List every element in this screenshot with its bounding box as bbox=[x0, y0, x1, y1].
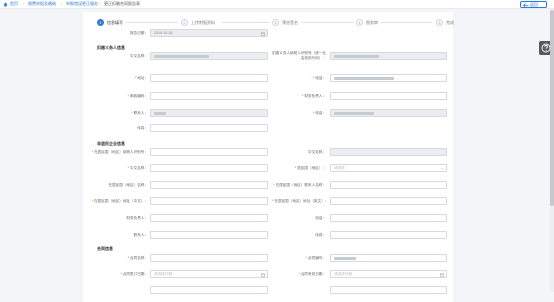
contract-next-row-input[interactable] bbox=[330, 286, 447, 294]
foreign-contact-label: 联系人： bbox=[133, 233, 148, 237]
step-connector bbox=[126, 22, 178, 23]
calendar-icon bbox=[261, 273, 265, 277]
chevron-down-icon: ⌄ bbox=[440, 165, 444, 170]
foreign-phone-label: 电话： bbox=[315, 216, 326, 220]
date-placeholder: 请选择日期 bbox=[154, 272, 172, 276]
foreign-contact-local-label: * 在居民国（地区）联系人名称： bbox=[273, 183, 326, 187]
party-contact-field bbox=[150, 109, 268, 117]
party-phone-input[interactable] bbox=[330, 74, 447, 82]
step-number: 4 bbox=[356, 19, 363, 26]
redacted-value bbox=[334, 112, 374, 115]
step-label: 预览签名 bbox=[282, 20, 298, 25]
foreign-name-input[interactable] bbox=[150, 164, 268, 172]
step-label: 上传附报资料 bbox=[191, 20, 215, 25]
step-label: 完成 bbox=[446, 20, 454, 25]
section-contract-title: 合同信息 bbox=[97, 246, 113, 251]
party-cn-name-label: 中文名称： bbox=[130, 54, 148, 58]
step-number: 5 bbox=[436, 19, 443, 26]
redacted-value bbox=[334, 257, 356, 260]
section-foreign-title: 非居民企业信息 bbox=[97, 141, 125, 146]
step-connector bbox=[302, 22, 354, 23]
return-arrow-icon bbox=[523, 3, 529, 8]
contract-sign-date-label: * 合同签订日期： bbox=[120, 272, 148, 276]
party-tax-person-label: * 财务负责人： bbox=[302, 94, 326, 98]
step-number: 3 bbox=[272, 19, 279, 26]
return-label: 返回 bbox=[530, 2, 538, 7]
foreign-resident-id-label: * 在居民国（地区）纳税人识别号： bbox=[91, 150, 148, 154]
return-button[interactable]: 返回 bbox=[520, 1, 547, 8]
country-placeholder: 请选择 bbox=[334, 166, 345, 170]
party-phone2-field bbox=[330, 109, 447, 117]
breadcrumb-item-2[interactable]: 申报错误更正服务 bbox=[66, 1, 98, 7]
foreign-name-label: * 中文名称： bbox=[127, 166, 148, 170]
date-placeholder: 请选择日期 bbox=[334, 272, 352, 276]
foreign-name-local-input[interactable] bbox=[150, 181, 268, 189]
foreign-contact-input[interactable] bbox=[150, 231, 268, 239]
contract-sign-date-picker[interactable]: 请选择日期 bbox=[150, 270, 268, 278]
party-address-label: * 地址： bbox=[134, 76, 148, 80]
foreign-addr-cn-input[interactable] bbox=[150, 197, 268, 205]
party-tax-person-input[interactable] bbox=[330, 92, 447, 100]
party-postcode-input[interactable] bbox=[150, 92, 268, 100]
contract-valid-date-picker[interactable]: 请选择日期 bbox=[330, 270, 447, 278]
party-contact-label: * 联系人： bbox=[131, 111, 148, 115]
foreign-phone-input[interactable] bbox=[330, 214, 447, 222]
step-connector bbox=[380, 22, 432, 23]
report-date-field: 2019-10-16 bbox=[150, 29, 268, 37]
breadcrumb-home[interactable]: 首页 bbox=[10, 1, 18, 7]
foreign-cn-name-field bbox=[330, 148, 447, 156]
step-number: 2 bbox=[181, 19, 188, 26]
party-phone-label: * 电话： bbox=[312, 76, 326, 80]
foreign-contact-local-input[interactable] bbox=[330, 181, 447, 189]
party-fax-input[interactable] bbox=[150, 124, 268, 132]
foreign-resident-id-input[interactable] bbox=[150, 148, 268, 156]
contract-valid-date-label: * 合同有效日期： bbox=[298, 272, 326, 276]
breadcrumb-separator: › bbox=[61, 1, 63, 6]
foreign-cn-name-label: 中文名称： bbox=[308, 150, 326, 154]
contract-next-row-input[interactable] bbox=[150, 286, 268, 294]
party-phone2-label: * 电话： bbox=[312, 111, 326, 115]
foreign-addr-cn-label: * 在居民国（地区）地址（中文）： bbox=[91, 199, 148, 203]
step-number: 1 bbox=[97, 19, 104, 26]
redacted-value bbox=[334, 77, 394, 80]
step-label: 税务审 bbox=[366, 20, 378, 25]
party-tax-id-field bbox=[330, 52, 447, 60]
contract-no-input[interactable] bbox=[330, 254, 447, 262]
step-label: 信息填写 bbox=[107, 20, 123, 25]
contract-name-input[interactable] bbox=[150, 254, 268, 262]
foreign-fax-label: 传真： bbox=[315, 233, 326, 237]
report-date-value: 2019-10-16 bbox=[154, 31, 173, 35]
contract-no-label: * 合同编号： bbox=[305, 256, 326, 260]
calendar-icon bbox=[440, 273, 444, 277]
calendar-icon bbox=[261, 32, 265, 36]
foreign-finance-head-input[interactable] bbox=[150, 214, 268, 222]
party-address-input[interactable] bbox=[150, 74, 268, 82]
foreign-country-select[interactable]: 请选择 ⌄ bbox=[330, 164, 447, 172]
breadcrumb-separator: › bbox=[99, 1, 101, 6]
contract-name-label: * 合同名称： bbox=[127, 256, 148, 260]
foreign-name-local-label: 在居民国（地区）名称： bbox=[108, 183, 148, 187]
foreign-addr-en-label: * 在居民国（地区）地址（英文）： bbox=[272, 199, 329, 203]
redacted-value bbox=[154, 55, 209, 58]
party-tax-id-label: 扣缴义务人纳税人识别号（统一社会信用代码）： bbox=[272, 51, 326, 60]
step-connector bbox=[222, 22, 270, 23]
foreign-finance-head-label: 财务负责人： bbox=[126, 216, 148, 220]
foreign-addr-en-input[interactable] bbox=[330, 197, 447, 205]
party-cn-name-field bbox=[150, 52, 268, 60]
breadcrumb-item-1[interactable]: 税费申报及缴纳 bbox=[28, 1, 56, 7]
section-party-title: 扣缴义务人信息 bbox=[97, 45, 125, 50]
redacted-value bbox=[154, 112, 166, 115]
breadcrumb-separator: › bbox=[23, 1, 25, 6]
redacted-value bbox=[334, 55, 379, 58]
party-postcode-label: * 邮政编码： bbox=[127, 94, 148, 98]
report-date-label: 报告日期： bbox=[130, 31, 148, 35]
breadcrumb-current: 更正扣缴合同报告表 bbox=[104, 1, 140, 6]
foreign-fax-input[interactable] bbox=[330, 231, 447, 239]
scrollbar-thumb[interactable] bbox=[550, 10, 554, 206]
foreign-country-label: * 居民国（地区）： bbox=[294, 166, 326, 170]
party-fax-label: 传真： bbox=[137, 126, 148, 130]
home-icon[interactable] bbox=[3, 2, 8, 7]
